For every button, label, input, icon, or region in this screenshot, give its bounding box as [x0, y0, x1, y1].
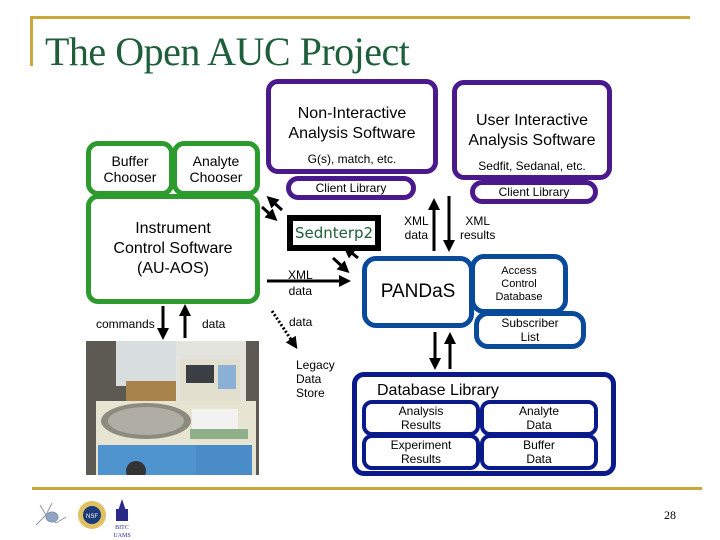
analysis-to-instrument-arrow: [260, 205, 278, 222]
subscriber-list-box: Subscriber List: [474, 311, 586, 349]
instrument-data-label: data: [202, 317, 226, 331]
database-library-title: Database Library: [377, 382, 499, 399]
top-rule: [30, 16, 690, 19]
cell-line1: Analysis: [398, 404, 444, 418]
cell-line2: Data: [526, 418, 552, 432]
svg-text:NSF: NSF: [86, 514, 98, 520]
data-text: data: [404, 228, 429, 242]
non-interactive-title-line1: Non-Interactive: [297, 105, 407, 122]
user-interactive-title-line1: User Interactive: [475, 112, 589, 129]
cell-line2: Results: [400, 418, 441, 432]
analyte-chooser-box: Analyte Chooser: [172, 141, 260, 196]
sednterp2-box: Sednterp2: [287, 215, 381, 251]
instrument-control-box: Instrument Control Software (AU-AOS): [86, 194, 260, 304]
instrument-control-line3: (AU-AOS): [137, 260, 209, 277]
results-text: results: [460, 228, 496, 242]
buffer-chooser-box: Buffer Chooser: [86, 141, 174, 196]
sednterp-to-pandas-arrow: [331, 256, 350, 274]
sednterp2-label: Sednterp2: [294, 224, 374, 242]
svg-text:UAMS: UAMS: [113, 533, 130, 539]
access-control-box: Access Control Database: [470, 254, 568, 314]
xml-text: XML: [288, 268, 313, 282]
non-interactive-title-line2: Analysis Software: [288, 125, 416, 142]
access-text: Access: [501, 264, 537, 277]
pandas-to-sednterp-arrow: [343, 246, 359, 260]
cell-line2: Results: [400, 452, 441, 466]
client-library-label: Client Library: [498, 185, 570, 199]
db-cell-analysis-results: Analysis Results: [362, 400, 480, 436]
sponsor-logos: NSF BITC UAMS: [35, 499, 131, 539]
logo-strip: NSF BITC UAMS: [30, 495, 170, 540]
bottom-rule: [32, 487, 702, 490]
data-text: data: [288, 284, 313, 298]
client-library-label: Client Library: [315, 181, 387, 195]
user-interactive-analysis-box: User Interactive Analysis Software Sedfi…: [452, 80, 612, 180]
cell-line1: Buffer: [523, 438, 555, 452]
database-text: Database: [495, 290, 543, 303]
cell-line2: Data: [526, 452, 552, 466]
molecule-logo-icon: [35, 502, 67, 526]
instrument-control-line1: Instrument: [135, 220, 211, 237]
pandas-box: PANDaS: [362, 256, 474, 328]
db-cell-experiment-results: Experiment Results: [362, 434, 480, 470]
xml-data-top-label: XML data: [404, 214, 429, 242]
legacy-data-store-label: Legacy Data Store: [296, 358, 335, 400]
analyte-chooser-label: Analyte Chooser: [189, 152, 243, 185]
svg-text:BITC: BITC: [115, 525, 129, 531]
instrument-to-analysis-arrow: [266, 195, 284, 212]
db-cell-analyte-data: Analyte Data: [480, 400, 598, 436]
list-text: List: [520, 330, 540, 344]
legacy-text: Legacy: [296, 358, 335, 372]
cell-line1: Analyte: [518, 404, 560, 418]
nsf-logo-icon: NSF: [78, 501, 106, 529]
xml-text: XML: [404, 214, 429, 228]
non-interactive-analysis-box: Non-Interactive Analysis Software G(s), …: [266, 79, 438, 174]
user-interactive-subtitle: Sedfit, Sedanal, etc.: [478, 159, 586, 173]
xml-results-label: XML results: [460, 214, 495, 242]
page-number: 28: [664, 508, 676, 522]
non-interactive-client-library: Client Library: [286, 176, 416, 200]
data-text: Data: [296, 372, 322, 386]
bitc-uams-logo-icon: BITC UAMS: [113, 499, 131, 539]
centrifuge-photo: [86, 341, 259, 475]
pandas-label: PANDaS: [380, 281, 456, 302]
user-interactive-client-library: Client Library: [470, 180, 598, 204]
xml-text: XML: [465, 214, 491, 228]
store-text: Store: [296, 386, 325, 400]
xml-data-left-label: XML data: [288, 268, 313, 298]
commands-label: commands: [96, 317, 155, 331]
user-interactive-title-line2: Analysis Software: [468, 132, 596, 149]
instrument-control-line2: Control Software: [113, 240, 233, 257]
db-cell-buffer-data: Buffer Data: [480, 434, 598, 470]
non-interactive-subtitle: G(s), match, etc.: [307, 152, 397, 166]
control-text: Control: [501, 277, 537, 290]
left-rule: [30, 16, 33, 66]
subscriber-text: Subscriber: [501, 316, 559, 330]
centrifuge-illustration: [86, 341, 259, 475]
legacy-data-label: data: [289, 315, 313, 329]
page-title: The Open AUC Project: [45, 29, 410, 74]
buffer-chooser-label: Buffer Chooser: [103, 152, 157, 185]
cell-line1: Experiment: [390, 438, 452, 452]
